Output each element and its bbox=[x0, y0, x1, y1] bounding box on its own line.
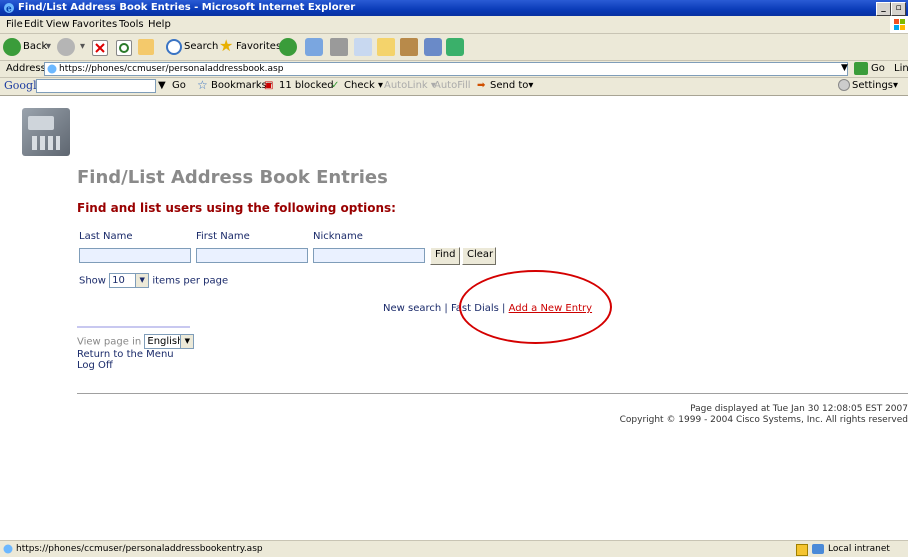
lock-icon bbox=[796, 544, 808, 556]
title-bar: e Find/List Address Book Entries - Micro… bbox=[0, 0, 908, 16]
forward-dropdown-icon[interactable]: ▾ bbox=[80, 37, 85, 57]
autolink-button[interactable]: AutoLink ▾ bbox=[384, 80, 436, 91]
footer: Page displayed at Tue Jan 30 12:08:05 ES… bbox=[620, 404, 908, 426]
new-search-link[interactable]: New search bbox=[383, 303, 441, 314]
back-arrow-icon[interactable] bbox=[3, 38, 21, 56]
bookmarks-button[interactable]: Bookmarks▾ bbox=[211, 80, 272, 91]
google-dropdown-icon[interactable]: ▼ bbox=[158, 80, 166, 91]
items-per-page: Show 10 ▼ items per page bbox=[79, 273, 228, 288]
refresh-icon[interactable] bbox=[116, 40, 132, 56]
windows-flag-icon bbox=[890, 16, 908, 33]
messenger-people-icon[interactable] bbox=[446, 38, 464, 56]
page-title: Find/List Address Book Entries bbox=[77, 167, 388, 188]
go-button[interactable]: Go bbox=[871, 63, 885, 74]
language-value: English bbox=[147, 336, 184, 347]
menu-bar: File Edit View Favorites Tools Help bbox=[0, 16, 908, 34]
edit-icon[interactable] bbox=[354, 38, 372, 56]
language-selector: View page in English ▼ bbox=[77, 334, 195, 349]
favorites-star-icon[interactable]: ★ bbox=[219, 36, 233, 56]
first-name-input[interactable] bbox=[196, 248, 308, 263]
stop-icon[interactable] bbox=[92, 40, 108, 56]
send-to-button[interactable]: Send to▾ bbox=[490, 80, 533, 91]
history-icon[interactable] bbox=[279, 38, 297, 56]
view-page-label: View page in bbox=[77, 336, 142, 348]
bookmark-star-icon: ☆ bbox=[197, 78, 208, 92]
research-icon[interactable] bbox=[400, 38, 418, 56]
ie-logo-icon: e bbox=[4, 3, 14, 15]
link-separator: | bbox=[444, 303, 448, 314]
address-label: Address bbox=[6, 63, 46, 74]
nickname-label: Nickname bbox=[313, 231, 363, 242]
blocked-button[interactable]: 11 blocked bbox=[279, 80, 334, 91]
items-per-page-value: 10 bbox=[112, 275, 125, 286]
menu-file[interactable]: File bbox=[6, 19, 23, 30]
go-arrow-icon[interactable] bbox=[854, 62, 868, 75]
address-url: https://phones/ccmuser/personaladdressbo… bbox=[59, 64, 284, 74]
back-dropdown-icon[interactable]: ▾ bbox=[46, 37, 51, 57]
search-button[interactable]: Search bbox=[184, 37, 218, 57]
status-bar: https://phones/ccmuser/personaladdressbo… bbox=[0, 540, 908, 557]
items-per-page-label: items per page bbox=[152, 275, 229, 287]
google-search-input[interactable] bbox=[36, 79, 156, 93]
first-name-label: First Name bbox=[196, 231, 250, 242]
find-button[interactable]: Find bbox=[430, 247, 460, 265]
menu-favorites[interactable]: Favorites bbox=[72, 19, 117, 30]
intranet-icon bbox=[812, 544, 824, 554]
window-title: Find/List Address Book Entries - Microso… bbox=[18, 2, 356, 13]
spellcheck-icon: ✓ bbox=[331, 80, 340, 91]
items-per-page-select[interactable]: 10 ▼ bbox=[109, 273, 150, 288]
autofill-button[interactable]: AutoFill bbox=[434, 80, 471, 91]
check-button[interactable]: Check ▾ bbox=[344, 80, 383, 91]
security-zone: Local intranet bbox=[828, 544, 890, 554]
clear-button[interactable]: Clear bbox=[462, 247, 496, 265]
page-icon bbox=[3, 544, 13, 554]
search-icon[interactable] bbox=[166, 39, 182, 55]
send-to-icon: ➡ bbox=[477, 80, 486, 91]
last-name-input[interactable] bbox=[79, 248, 191, 263]
menu-help[interactable]: Help bbox=[148, 19, 171, 30]
popup-blocker-icon: ▣ bbox=[264, 80, 274, 91]
back-button[interactable]: Back bbox=[23, 37, 47, 57]
standard-toolbar: Back ▾ ▾ Search ★ Favorites bbox=[0, 34, 908, 61]
return-to-menu-link[interactable]: Return to the Menu bbox=[77, 349, 174, 360]
home-icon[interactable] bbox=[138, 39, 154, 55]
mail-icon[interactable] bbox=[305, 38, 323, 56]
last-name-label: Last Name bbox=[79, 231, 133, 242]
favorites-button[interactable]: Favorites bbox=[236, 37, 281, 57]
page-content: Find/List Address Book Entries Find and … bbox=[0, 96, 908, 540]
settings-button[interactable]: Settings▾ bbox=[852, 80, 898, 91]
chevron-down-icon: ▼ bbox=[135, 274, 149, 287]
menu-view[interactable]: View bbox=[46, 19, 70, 30]
menu-edit[interactable]: Edit bbox=[24, 19, 43, 30]
language-select[interactable]: English ▼ bbox=[144, 334, 195, 349]
folder-icon[interactable] bbox=[377, 38, 395, 56]
minimize-button[interactable]: _ bbox=[876, 2, 891, 16]
address-input[interactable]: https://phones/ccmuser/personaladdressbo… bbox=[44, 62, 848, 76]
page-icon bbox=[47, 64, 57, 74]
svg-text:e: e bbox=[6, 5, 12, 15]
status-url: https://phones/ccmuser/personaladdressbo… bbox=[16, 544, 263, 554]
log-off-link[interactable]: Log Off bbox=[77, 360, 113, 371]
menu-tools[interactable]: Tools bbox=[119, 19, 144, 30]
page-subtitle: Find and list users using the following … bbox=[77, 201, 396, 215]
section-divider bbox=[77, 326, 190, 328]
address-bar: Address https://phones/ccmuser/personala… bbox=[0, 61, 908, 78]
forward-arrow-icon[interactable] bbox=[57, 38, 75, 56]
show-label: Show bbox=[79, 275, 106, 287]
print-icon[interactable] bbox=[330, 38, 348, 56]
messenger-icon[interactable] bbox=[424, 38, 442, 56]
maximize-button[interactable]: ▫ bbox=[891, 2, 906, 16]
highlight-ellipse bbox=[459, 270, 612, 344]
copyright-text: Copyright © 1999 - 2004 Cisco Systems, I… bbox=[619, 415, 908, 425]
google-go-button[interactable]: Go bbox=[172, 80, 186, 91]
links-button[interactable]: Links bbox=[894, 63, 908, 74]
footer-divider bbox=[77, 393, 908, 394]
ip-phone-image bbox=[22, 108, 70, 156]
address-dropdown-icon[interactable]: ▼ bbox=[841, 63, 848, 73]
nickname-input[interactable] bbox=[313, 248, 425, 263]
google-toolbar: Google ▼ Go ☆ Bookmarks▾ ▣ 11 blocked ✓ … bbox=[0, 78, 908, 96]
page-displayed-time: Page displayed at Tue Jan 30 12:08:05 ES… bbox=[690, 404, 908, 414]
chevron-down-icon: ▼ bbox=[180, 335, 194, 348]
settings-icon bbox=[838, 79, 850, 91]
